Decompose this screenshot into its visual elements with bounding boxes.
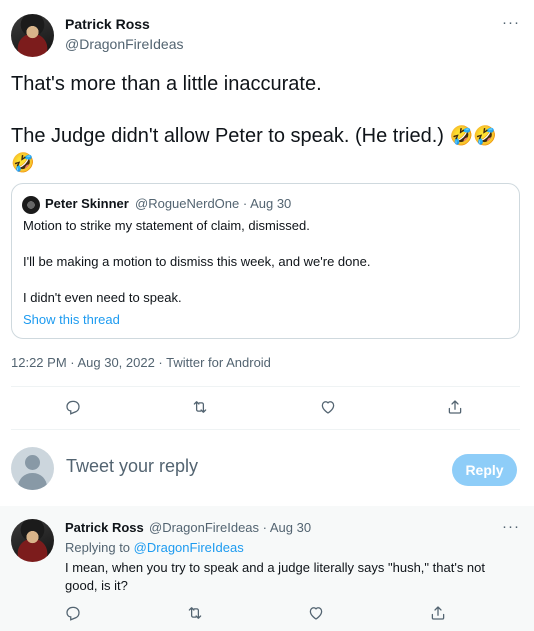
tweet-text-line-3: 🤣	[11, 150, 526, 177]
tweet-text-line-2-text: The Judge didn't allow Peter to speak. (…	[11, 125, 444, 147]
share-icon[interactable]	[429, 604, 451, 626]
author-handle[interactable]: @DragonFireIdeas	[65, 36, 184, 52]
quoted-author-name: Peter Skinner	[45, 196, 129, 211]
laughing-emoji-icon: 🤣🤣	[449, 126, 497, 147]
author-avatar[interactable]	[11, 14, 54, 57]
retweet-icon[interactable]	[186, 604, 208, 626]
tweet-timestamp[interactable]: 12:22 PM · Aug 30, 2022 · Twitter for An…	[11, 355, 271, 370]
quoted-text-line-2: I'll be making a motion to dismiss this …	[23, 254, 371, 269]
more-options-icon[interactable]: ···	[502, 518, 520, 535]
reply-text: I mean, when you try to speak and a judg…	[65, 560, 485, 593]
author-name[interactable]: Patrick Ross	[65, 16, 150, 32]
reply-icon[interactable]	[64, 604, 86, 626]
tweet-text-line-2: The Judge didn't allow Peter to speak. (…	[11, 123, 526, 150]
divider	[11, 386, 520, 387]
tweet-actions	[0, 388, 534, 428]
reply-author-handle[interactable]: @DragonFireIdeas · Aug 30	[149, 520, 311, 535]
retweet-icon[interactable]	[191, 398, 213, 420]
like-icon[interactable]	[319, 398, 341, 420]
like-icon[interactable]	[307, 604, 329, 626]
reply-tweet[interactable]: Patrick Ross @DragonFireIdeas · Aug 30 ·…	[0, 506, 534, 631]
more-options-icon[interactable]: ···	[502, 14, 520, 31]
quoted-author-handle: @RogueNerdOne · Aug 30	[135, 196, 292, 211]
replying-to-prefix: Replying to	[65, 540, 131, 555]
reply-input[interactable]	[66, 456, 436, 477]
user-avatar	[11, 447, 54, 490]
reply-icon[interactable]	[64, 398, 86, 420]
tweet-text-line-1: That's more than a little inaccurate.	[11, 73, 322, 95]
show-thread-link[interactable]: Show this thread	[23, 312, 120, 327]
quoted-tweet[interactable]: Peter Skinner @RogueNerdOne · Aug 30 Mot…	[11, 183, 520, 339]
quoted-text-line-3: I didn't even need to speak.	[23, 290, 182, 305]
share-icon[interactable]	[446, 398, 468, 420]
replying-to: Replying to @DragonFireIdeas	[65, 540, 244, 555]
quoted-text-line-1: Motion to strike my statement of claim, …	[23, 218, 310, 233]
reply-author-name[interactable]: Patrick Ross	[65, 520, 144, 535]
replying-to-link[interactable]: @DragonFireIdeas	[134, 540, 244, 555]
laughing-emoji-icon: 🤣	[11, 153, 35, 174]
reply-button[interactable]: Reply	[452, 454, 517, 486]
tweet-text: That's more than a little inaccurate. Th…	[11, 71, 526, 177]
reply-author-avatar[interactable]	[11, 519, 54, 562]
quoted-author-avatar	[22, 196, 40, 214]
reply-composer: Reply	[0, 430, 534, 506]
